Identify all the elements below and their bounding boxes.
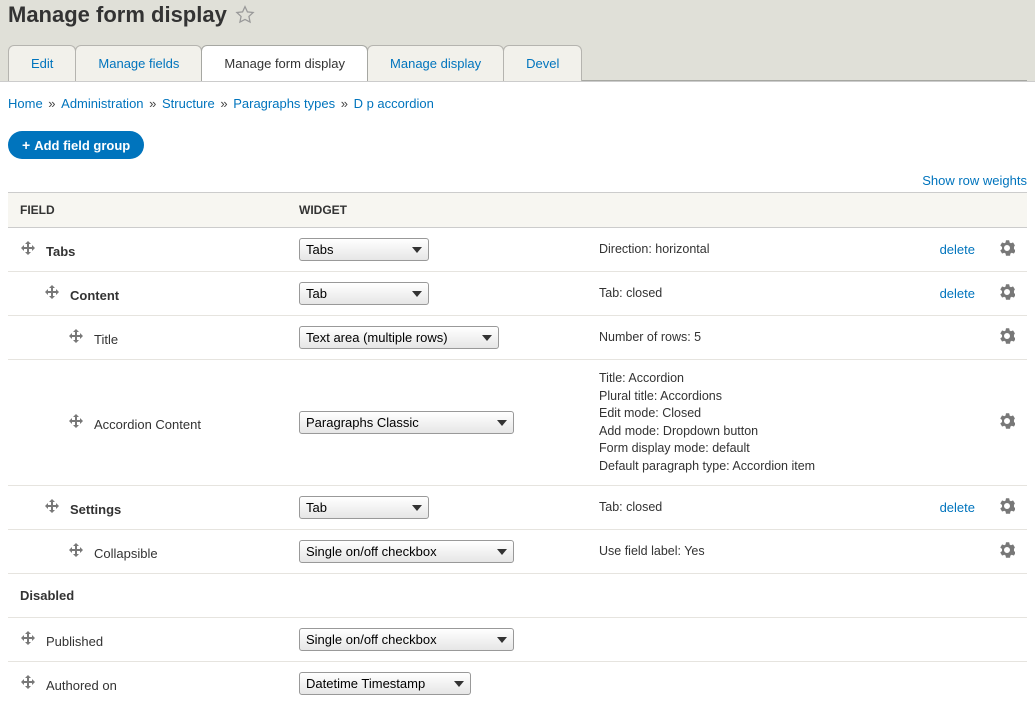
drag-handle-icon[interactable] (44, 498, 60, 514)
gear-icon[interactable] (999, 542, 1015, 558)
widget-summary: Direction: horizontal (599, 241, 915, 259)
breadcrumb-link[interactable]: D p accordion (354, 96, 434, 111)
add-field-group-button[interactable]: Add field group (8, 131, 144, 159)
column-field: FIELD (8, 193, 287, 228)
tab-manage-fields[interactable]: Manage fields (75, 45, 202, 81)
table-row: Authored on Datetime Timestamp (8, 662, 1027, 706)
widget-select[interactable]: Tab (299, 282, 429, 305)
field-label: Title (94, 332, 118, 347)
table-row: Content Tab Tab: closed delete (8, 272, 1027, 316)
breadcrumb-link[interactable]: Paragraphs types (233, 96, 335, 111)
widget-select[interactable]: Datetime Timestamp (299, 672, 471, 695)
widget-select[interactable]: Tab (299, 496, 429, 519)
tab-manage-display[interactable]: Manage display (367, 45, 504, 81)
table-row: Collapsible Single on/off checkbox Use fie… (8, 530, 1027, 574)
page-title: Manage form display (8, 2, 227, 28)
breadcrumb-link[interactable]: Home (8, 96, 43, 111)
field-display-table: FIELD WIDGET Tabs Tabs Direction: horizont… (8, 192, 1027, 705)
field-label: Collapsible (94, 546, 158, 561)
table-row: Title Text area (multiple rows) Number of … (8, 316, 1027, 360)
widget-select[interactable]: Paragraphs Classic (299, 411, 514, 434)
field-label: Content (70, 288, 119, 303)
widget-summary: Tab: closed (599, 499, 915, 517)
breadcrumb-link[interactable]: Structure (162, 96, 215, 111)
show-row-weights-link[interactable]: Show row weights (922, 173, 1027, 188)
field-label: Published (46, 634, 103, 649)
widget-summary: Use field label: Yes (599, 543, 915, 561)
table-row: Published Single on/off checkbox (8, 618, 1027, 662)
gear-icon[interactable] (999, 284, 1015, 300)
table-row: Settings Tab Tab: closed delete (8, 486, 1027, 530)
delete-link[interactable]: delete (940, 242, 975, 257)
primary-tabs: EditManage fieldsManage form displayMana… (8, 44, 1027, 81)
table-row: Accordion Content Paragraphs Classic Title… (8, 360, 1027, 486)
breadcrumb: Home » Administration » Structure » Para… (8, 96, 1027, 111)
gear-icon[interactable] (999, 498, 1015, 514)
widget-select[interactable]: Tabs (299, 238, 429, 261)
widget-select[interactable]: Text area (multiple rows) (299, 326, 499, 349)
star-icon[interactable] (235, 5, 255, 25)
table-row: Tabs Tabs Direction: horizontal delete (8, 228, 1027, 272)
widget-summary: Number of rows: 5 (599, 329, 915, 347)
field-label: Authored on (46, 678, 117, 693)
delete-link[interactable]: delete (940, 500, 975, 515)
gear-icon[interactable] (999, 413, 1015, 429)
field-label: Settings (70, 502, 121, 517)
breadcrumb-link[interactable]: Administration (61, 96, 143, 111)
delete-link[interactable]: delete (940, 286, 975, 301)
drag-handle-icon[interactable] (68, 413, 84, 429)
drag-handle-icon[interactable] (68, 542, 84, 558)
drag-handle-icon[interactable] (68, 328, 84, 344)
widget-summary: Title: AccordionPlural title: Accordions… (599, 370, 915, 475)
column-widget: WIDGET (287, 193, 587, 228)
tab-manage-form-display[interactable]: Manage form display (201, 45, 368, 81)
tab-edit[interactable]: Edit (8, 45, 76, 81)
widget-select[interactable]: Single on/off checkbox (299, 628, 514, 651)
region-disabled: Disabled (8, 574, 1027, 618)
field-label: Accordion Content (94, 417, 201, 432)
drag-handle-icon[interactable] (20, 630, 36, 646)
widget-select[interactable]: Single on/off checkbox (299, 540, 514, 563)
drag-handle-icon[interactable] (20, 240, 36, 256)
gear-icon[interactable] (999, 328, 1015, 344)
gear-icon[interactable] (999, 240, 1015, 256)
widget-summary: Tab: closed (599, 285, 915, 303)
drag-handle-icon[interactable] (44, 284, 60, 300)
tab-devel[interactable]: Devel (503, 45, 582, 81)
field-label: Tabs (46, 244, 75, 259)
